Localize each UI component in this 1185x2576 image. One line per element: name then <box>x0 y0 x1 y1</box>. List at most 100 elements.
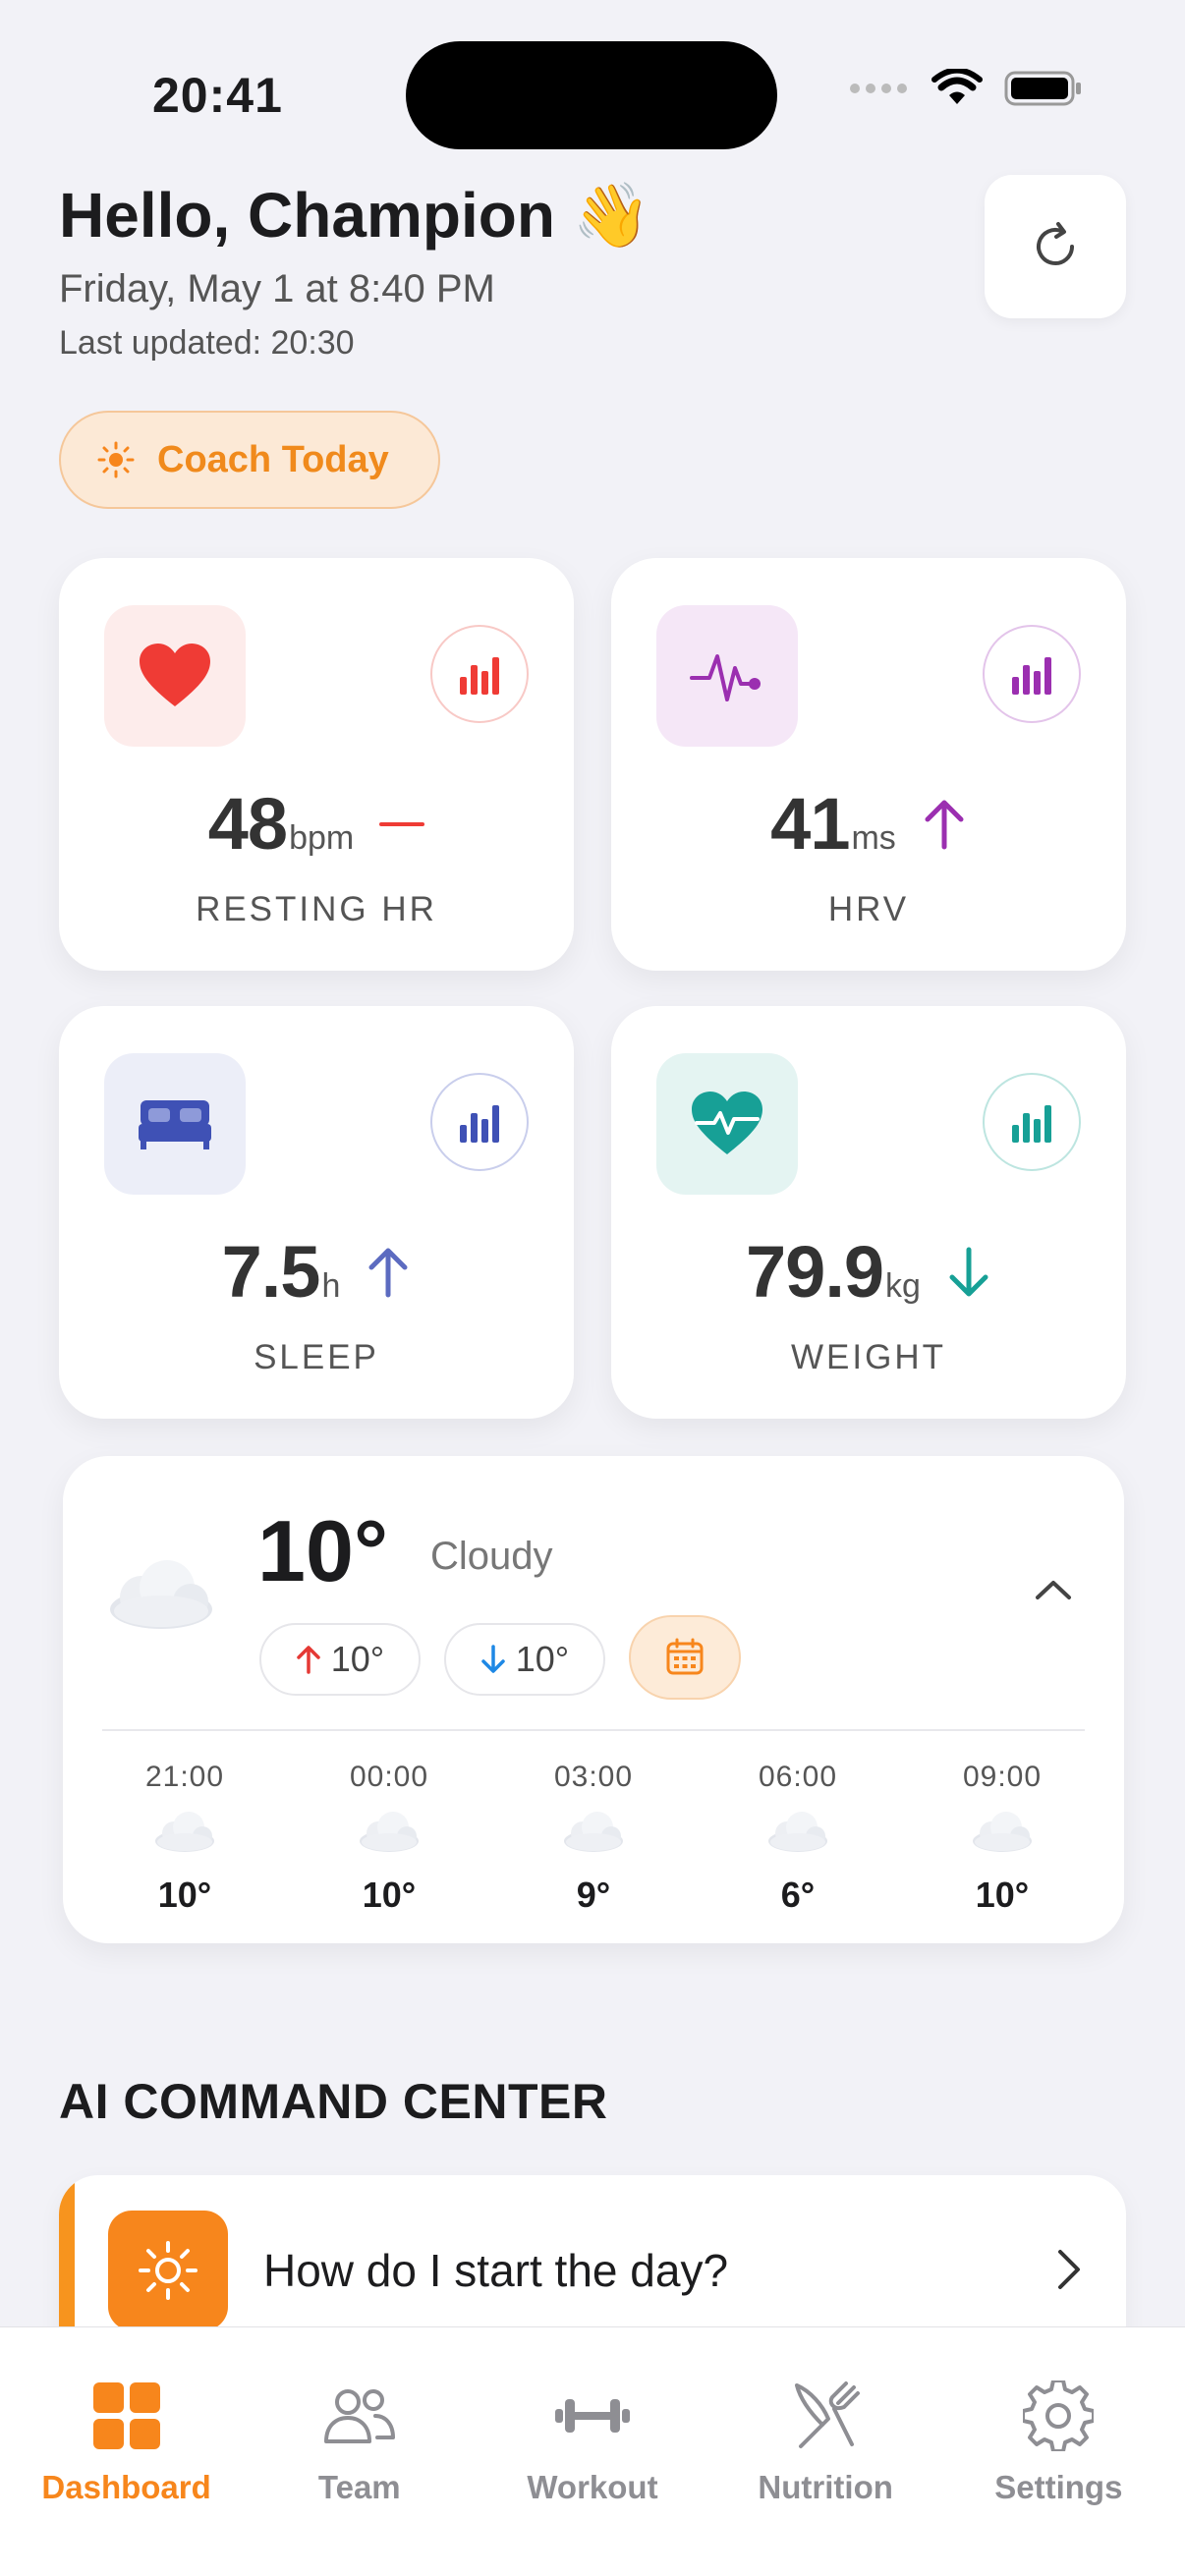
tab-label: Dashboard <box>41 2469 211 2505</box>
cloud-icon <box>83 1810 287 1859</box>
hour-temp: 10° <box>362 1875 417 1915</box>
weather-card[interactable]: 10° Cloudy 10° 10° 21:00 10° 00:00 10° 0… <box>63 1456 1124 1943</box>
cloud-icon <box>106 1554 216 1636</box>
current-temperature: 10° <box>257 1502 389 1599</box>
arrow-down-icon <box>946 1246 991 1299</box>
hourly-forecast: 21:00 10° 00:00 10° 03:00 9° 06:00 6° 09… <box>83 1761 1104 1916</box>
metric-label: SLEEP <box>254 1338 379 1376</box>
arrow-up-icon <box>922 798 967 851</box>
metric-card-resting-hr[interactable]: 48 bpm RESTING HR <box>59 558 574 971</box>
collapse-chevron-icon[interactable] <box>1034 1578 1073 1606</box>
refresh-icon <box>1037 222 1074 265</box>
metric-value: 41 <box>770 783 850 865</box>
low-temp-pill: 10° <box>444 1623 605 1696</box>
hour-time: 06:00 <box>758 1761 838 1793</box>
tab-settings[interactable]: Settings <box>950 2327 1166 2576</box>
metric-unit: kg <box>885 1267 921 1305</box>
high-temp-pill: 10° <box>259 1623 421 1696</box>
hour-temp: 6° <box>780 1875 816 1915</box>
coach-today-button[interactable]: Coach Today <box>59 411 440 509</box>
hour-time: 03:00 <box>553 1761 634 1793</box>
tab-bar: Dashboard Team Workout Nutrition Setting… <box>0 2326 1185 2576</box>
wifi-icon <box>931 69 983 104</box>
metric-label: RESTING HR <box>196 890 437 928</box>
hourly-item: 03:00 9° <box>491 1761 696 1916</box>
arrow-down-icon <box>481 1645 505 1673</box>
grid-icon <box>91 2377 162 2455</box>
hour-temp: 10° <box>975 1875 1030 1915</box>
section-title: AI COMMAND CENTER <box>59 2074 608 2129</box>
metric-card-hrv[interactable]: 41 ms HRV <box>611 558 1126 971</box>
sun-icon <box>108 2211 228 2330</box>
hourly-item: 06:00 6° <box>696 1761 900 1916</box>
tab-label: Workout <box>527 2469 658 2505</box>
metric-value: 48 <box>207 783 288 865</box>
current-date: Friday, May 1 at 8:40 PM <box>59 267 495 310</box>
bed-icon <box>104 1053 246 1195</box>
status-time: 20:41 <box>152 68 283 123</box>
hour-temp: 9° <box>576 1875 611 1915</box>
metric-value: 79.9 <box>746 1231 884 1313</box>
arrow-up-icon <box>297 1646 320 1674</box>
hour-time: 09:00 <box>962 1761 1043 1793</box>
arrow-up-icon <box>366 1246 411 1299</box>
tab-nutrition[interactable]: Nutrition <box>717 2327 933 2576</box>
divider <box>102 1729 1085 1731</box>
gear-icon <box>1023 2377 1095 2455</box>
cloud-icon <box>287 1810 491 1859</box>
sun-icon <box>97 441 135 478</box>
calendar-icon <box>666 1638 704 1675</box>
tab-label: Team <box>317 2469 401 2505</box>
bar-chart-icon <box>460 1105 499 1143</box>
metric-card-sleep[interactable]: 7.5 h SLEEP <box>59 1006 574 1419</box>
tab-dashboard[interactable]: Dashboard <box>19 2327 235 2576</box>
chart-button-sleep[interactable] <box>430 1073 529 1171</box>
metric-unit: bpm <box>289 819 355 857</box>
metric-label: WEIGHT <box>791 1338 946 1376</box>
people-icon <box>322 2377 397 2455</box>
metric-card-weight[interactable]: 79.9 kg WEIGHT <box>611 1006 1126 1419</box>
bar-chart-icon <box>460 657 499 695</box>
dynamic-island <box>406 41 777 149</box>
tab-label: Settings <box>994 2469 1123 2505</box>
chart-button-hrv[interactable] <box>983 625 1081 723</box>
tab-workout[interactable]: Workout <box>484 2327 701 2576</box>
fork-knife-icon <box>789 2377 862 2455</box>
hour-time: 00:00 <box>349 1761 429 1793</box>
tab-label: Nutrition <box>758 2469 893 2505</box>
hour-time: 21:00 <box>144 1761 225 1793</box>
calendar-button[interactable] <box>629 1615 741 1700</box>
cloud-icon <box>696 1810 900 1859</box>
waveform-icon <box>656 605 798 747</box>
cloud-icon <box>900 1810 1104 1859</box>
hourly-item: 00:00 10° <box>287 1761 491 1916</box>
hourly-item: 21:00 10° <box>83 1761 287 1916</box>
status-icons <box>849 69 1083 108</box>
signal-icon <box>850 84 907 93</box>
high-temp: 10° <box>330 1639 385 1679</box>
greeting-title: Hello, Champion 👋 <box>59 180 651 251</box>
refresh-button[interactable] <box>985 175 1126 318</box>
low-temp: 10° <box>515 1639 570 1679</box>
heart-icon <box>104 605 246 747</box>
bar-chart-icon <box>1012 657 1051 695</box>
hourly-item: 09:00 10° <box>900 1761 1104 1916</box>
metric-unit: h <box>321 1267 341 1305</box>
last-updated: Last updated: 20:30 <box>59 324 355 362</box>
tab-team[interactable]: Team <box>252 2327 468 2576</box>
dumbbell-icon <box>553 2377 632 2455</box>
bar-chart-icon <box>1012 1105 1051 1143</box>
chart-button-resting-hr[interactable] <box>430 625 529 723</box>
battery-icon <box>1004 71 1081 106</box>
heart-pulse-icon <box>656 1053 798 1195</box>
metric-label: HRV <box>827 890 910 928</box>
trend-flat-icon <box>379 819 425 829</box>
chart-button-weight[interactable] <box>983 1073 1081 1171</box>
coach-today-label: Coach Today <box>157 438 389 480</box>
chevron-right-icon <box>1055 2248 1083 2296</box>
weather-condition: Cloudy <box>430 1535 553 1578</box>
metric-unit: ms <box>851 819 896 857</box>
metric-value: 7.5 <box>221 1231 321 1313</box>
ai-prompt-label: How do I start the day? <box>263 2245 729 2296</box>
hour-temp: 10° <box>157 1875 212 1915</box>
